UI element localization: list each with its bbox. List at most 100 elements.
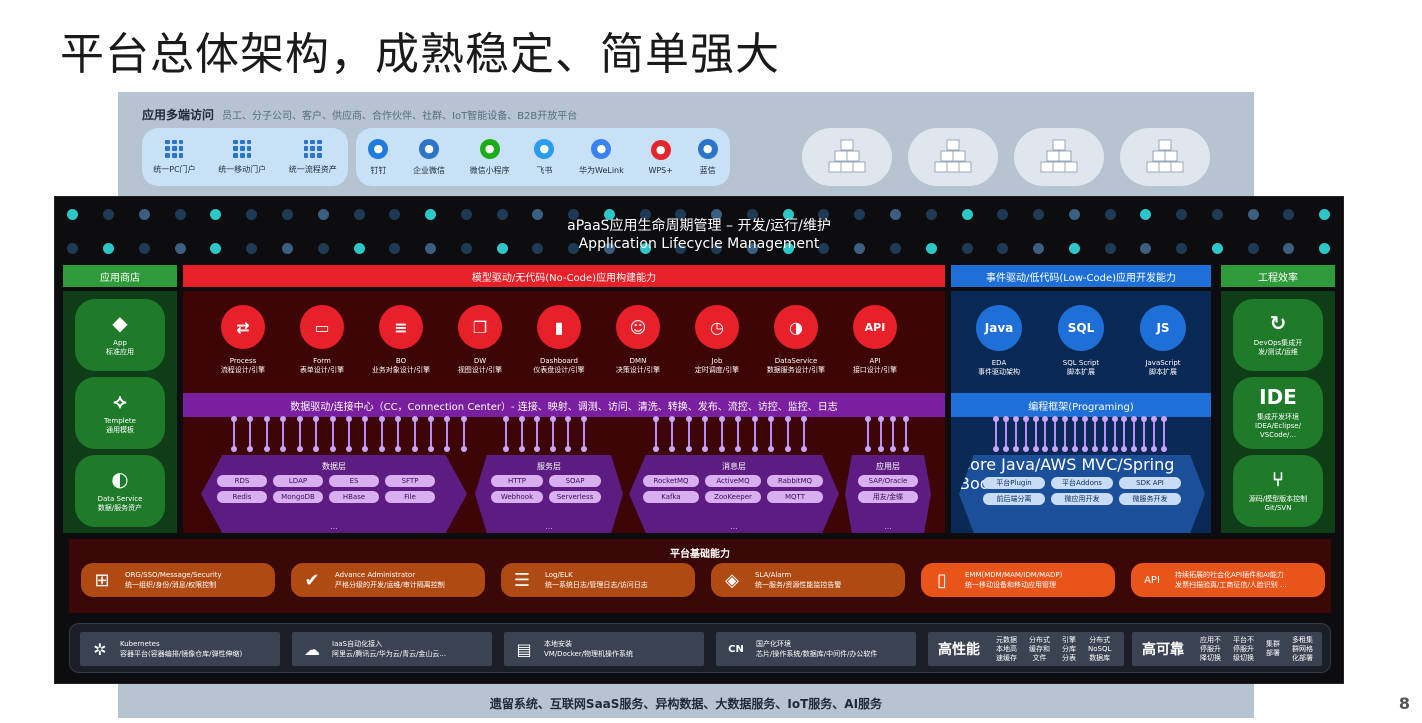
performance-item-line: 本地高 bbox=[996, 644, 1017, 653]
no-code-header: 模型驱动/无代码(No-Code)应用构建能力 bbox=[183, 265, 945, 287]
programming-chip[interactable]: 前后端分离 bbox=[983, 493, 1045, 505]
app-item[interactable]: ● 飞书 bbox=[534, 138, 555, 176]
infra-panel: ✲ Kubernetes 容器平台(容器编排/镜像仓库/弹性伸缩) ☁ IaaS自动化接… bbox=[69, 623, 1331, 673]
connector-chip[interactable]: SOAP bbox=[549, 475, 601, 487]
cube-stack-icon bbox=[802, 128, 892, 186]
no-code-item[interactable]: ≡ BO 业务对象设计/引擎 bbox=[361, 305, 441, 375]
availability-item: 集群 部署 bbox=[1260, 640, 1286, 658]
foundation-text: Log/ELK 统一系统日志/管理日志/访问日志 bbox=[545, 570, 648, 590]
low-code-item[interactable]: Java EDA 事件驱动架构 bbox=[959, 305, 1039, 377]
programming-chip[interactable]: SDK API bbox=[1119, 477, 1181, 489]
no-code-item[interactable]: ◑ DataService 数据服务设计/引擎 bbox=[756, 305, 836, 375]
service-layer-connectors bbox=[503, 416, 587, 452]
app-item[interactable]: ● 蓝信 bbox=[697, 138, 718, 176]
grid-icon bbox=[303, 139, 322, 158]
dashboard-icon: ▮ bbox=[537, 305, 581, 349]
low-code-item[interactable]: JS JavaScript 脚本扩展 bbox=[1123, 305, 1203, 377]
app-item[interactable]: ● 华为WeLink bbox=[579, 138, 624, 176]
connector-chip[interactable]: SAP/Oracle bbox=[858, 475, 918, 487]
foundation-text: Advance Administrator 严格分级的开发/运维/审计隔离控制 bbox=[335, 570, 445, 590]
access-header-subtitle: 员工、分子公司、客户、供应商、合作伙伴、社群、IoT智能设备、B2B开放平台 bbox=[222, 111, 578, 122]
connector-chip[interactable]: MongoDB bbox=[273, 491, 323, 503]
foundation-card[interactable]: ◈ SLA/Alarm 统一服务/资源性能监控告警 bbox=[711, 563, 905, 597]
lanxin-icon: ● bbox=[697, 138, 718, 159]
js-icon: JS bbox=[1140, 305, 1186, 351]
availability-card[interactable]: 高可靠 应用不 停服升 降切换 平台不 停服升 级切换 集群 部署 多租集 群网格 化部署 bbox=[1132, 632, 1322, 666]
app-item[interactable]: ● 微信小程序 bbox=[469, 138, 510, 176]
item-line1: DataService bbox=[774, 357, 818, 365]
portal-process[interactable]: 统一流程资产 bbox=[289, 139, 337, 175]
connector-chip[interactable]: Redis bbox=[217, 491, 267, 503]
connector-chip[interactable]: SFTP bbox=[385, 475, 435, 487]
availability-title: 高可靠 bbox=[1142, 642, 1184, 658]
card-line1: Templete bbox=[104, 417, 136, 425]
programming-chip[interactable]: 平台Plugin bbox=[983, 477, 1045, 489]
availability-item-line: 多租集 bbox=[1292, 635, 1313, 644]
foundation-card[interactable]: ⊞ ORG/SSO/Message/Security 统一组织/身份/消息/权限控制 bbox=[81, 563, 275, 597]
connector-chip[interactable]: RocketMQ bbox=[643, 475, 699, 487]
foundation-card[interactable]: ▯ EMM(MDM/MAM/IDM/MADP) 统一移动设备和移动应用管理 bbox=[921, 563, 1115, 597]
no-code-item[interactable]: API API 接口设计/引擎 bbox=[835, 305, 915, 375]
app-label: 微信小程序 bbox=[469, 165, 510, 175]
connector-chip[interactable]: HTTP bbox=[491, 475, 543, 487]
item-line1: API bbox=[869, 357, 881, 365]
connector-chip[interactable]: Kafka bbox=[643, 491, 699, 503]
infra-card[interactable]: ▤ 本地安装 VM/Docker/物理机操作系统 bbox=[504, 632, 704, 666]
performance-item-line: 分布式 bbox=[1029, 635, 1050, 644]
connector-chip[interactable]: File bbox=[385, 491, 435, 503]
app-item[interactable]: ● 企业微信 bbox=[413, 138, 445, 176]
portal-mobile[interactable]: 统一移动门户 bbox=[218, 139, 266, 175]
app-item[interactable]: ● 钉钉 bbox=[368, 138, 389, 176]
connector-chip[interactable]: RDS bbox=[217, 475, 267, 487]
item-line1: Process bbox=[229, 357, 257, 365]
connector-chip[interactable]: 用友/金蝶 bbox=[858, 491, 918, 503]
no-code-item[interactable]: ☺ DMN 决策设计/引擎 bbox=[598, 305, 678, 375]
foundation-card[interactable]: ☰ Log/ELK 统一系统日志/管理日志/访问日志 bbox=[501, 563, 695, 597]
app-store-card[interactable]: ◆ App 标准应用 bbox=[75, 299, 165, 371]
item-line2: 数据服务设计/引擎 bbox=[766, 366, 826, 374]
programming-chip[interactable]: 微应用开发 bbox=[1051, 493, 1113, 505]
infra-line1: 本地安装 bbox=[544, 640, 572, 648]
app-item[interactable]: ● WPS+ bbox=[648, 139, 673, 175]
efficiency-card[interactable]: IDE 集成开发环境 IDEA/Eclipse/VSCode/... bbox=[1233, 377, 1323, 449]
performance-item-line: 分库 bbox=[1062, 644, 1076, 653]
ide-icon: IDE bbox=[1259, 384, 1297, 409]
foundation-line2: 统一组织/身份/消息/权限控制 bbox=[125, 581, 217, 589]
connector-chip[interactable]: RabbitMQ bbox=[767, 475, 823, 487]
infra-card[interactable]: ✲ Kubernetes 容器平台(容器编排/镜像仓库/弹性伸缩) bbox=[80, 632, 280, 666]
connector-chip[interactable]: MQTT bbox=[767, 491, 823, 503]
connector-chip[interactable]: HBase bbox=[329, 491, 379, 503]
foundation-text: 持续拓展的社会化API插件和AI能力 发票扫描验真/工商征信/人脸识别 ... bbox=[1175, 570, 1287, 590]
no-code-item[interactable]: ▮ Dashboard 仪表盘设计/引擎 bbox=[519, 305, 599, 375]
efficiency-card[interactable]: ↻ DevOps集成开 发/测试/运维 bbox=[1233, 299, 1323, 371]
app-label: 钉钉 bbox=[370, 165, 387, 175]
programming-chip[interactable]: 微服务开发 bbox=[1119, 493, 1181, 505]
connector-chip[interactable]: ZooKeeper bbox=[705, 491, 761, 503]
no-code-item[interactable]: ❐ DW 视图设计/引擎 bbox=[440, 305, 520, 375]
connector-chip[interactable]: Serverless bbox=[549, 491, 601, 503]
foundation-line1: Log/ELK bbox=[545, 571, 573, 579]
foundation-card[interactable]: ✔ Advance Administrator 严格分级的开发/运维/审计隔离控制 bbox=[291, 563, 485, 597]
cube-icon: ◆ bbox=[112, 311, 128, 335]
performance-card[interactable]: 高性能 元数据 本地高 速缓存 分布式 缓存和 文件 引擎 分库 分表 分布式 NoSQL 数据库 bbox=[928, 632, 1124, 666]
foundation-card[interactable]: API 持续拓展的社会化API插件和AI能力 发票扫描验真/工商征信/人脸识别 ..… bbox=[1131, 563, 1325, 597]
efficiency-card[interactable]: ⑂ 源码/模型版本控制 Git/SVN bbox=[1233, 455, 1323, 527]
job-icon: ◷ bbox=[695, 305, 739, 349]
connector-chip[interactable]: LDAP bbox=[273, 475, 323, 487]
programming-chip[interactable]: 平台Addons bbox=[1051, 477, 1113, 489]
infra-card[interactable]: ☁ IaaS自动化接入 阿里云/腾讯云/华为云/青云/金山云... bbox=[292, 632, 492, 666]
connector-chip[interactable]: ActiveMQ bbox=[705, 475, 761, 487]
app-store-card[interactable]: ⟡ Templete 通用模板 bbox=[75, 377, 165, 449]
item-line1: JavaScript bbox=[1145, 359, 1181, 367]
no-code-item[interactable]: ▭ Form 表单设计/引擎 bbox=[282, 305, 362, 375]
connector-chip[interactable]: ES bbox=[329, 475, 379, 487]
no-code-item[interactable]: ⇄ Process 流程设计/引擎 bbox=[203, 305, 283, 375]
portal-pc[interactable]: 统一PC门户 bbox=[153, 139, 196, 175]
infra-card[interactable]: CN 国产化环境 芯片/操作系统/数据库/中间件/办公软件 bbox=[716, 632, 916, 666]
low-code-item[interactable]: SQL SQL Script 脚本扩展 bbox=[1041, 305, 1121, 377]
connector-chip[interactable]: Webhook bbox=[491, 491, 543, 503]
app-store-card[interactable]: ◐ Data Service 数据/服务资产 bbox=[75, 455, 165, 527]
availability-item-line: 停服升 bbox=[1200, 644, 1221, 653]
no-code-item[interactable]: ◷ Job 定时调度/引擎 bbox=[677, 305, 757, 375]
access-header: 应用多端访问 员工、分子公司、客户、供应商、合作伙伴、社群、IoT智能设备、B2B… bbox=[142, 106, 577, 123]
